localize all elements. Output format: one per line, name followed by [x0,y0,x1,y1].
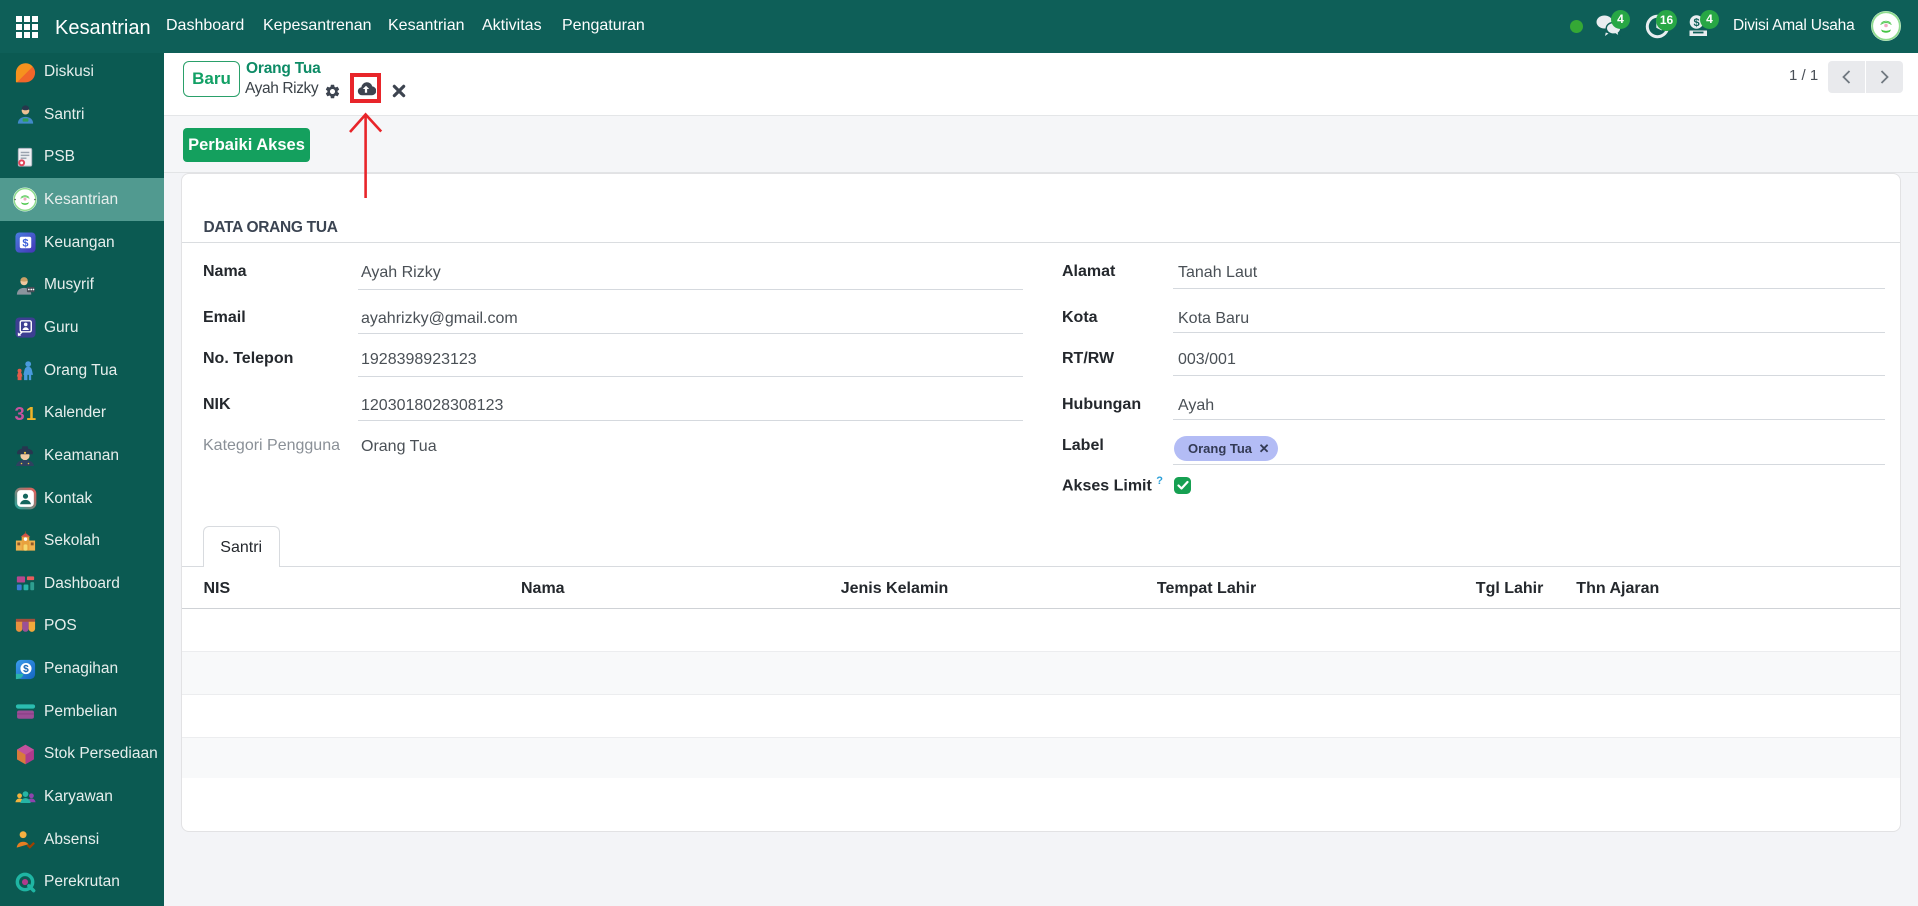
svg-text:1: 1 [25,404,35,424]
svg-text:$: $ [1693,17,1699,29]
svg-text:3: 3 [14,404,24,424]
svg-text:$: $ [22,237,28,249]
svg-text:$: $ [23,664,29,675]
